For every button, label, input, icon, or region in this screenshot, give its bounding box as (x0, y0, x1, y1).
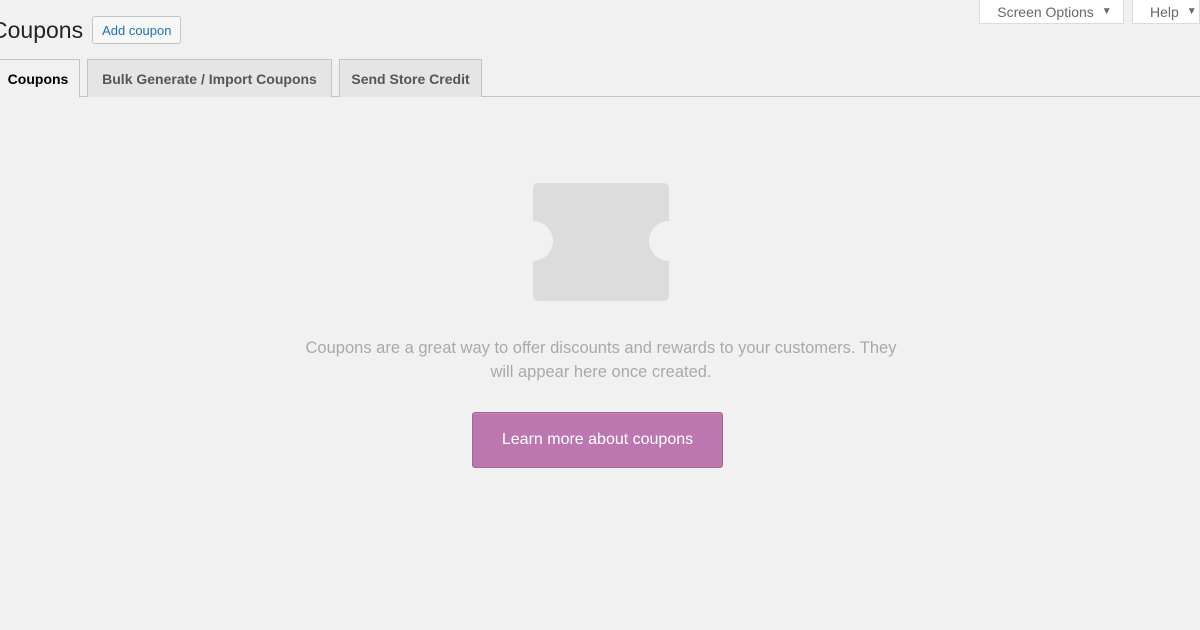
tab-bulk-generate-import[interactable]: Bulk Generate / Import Coupons (87, 59, 332, 97)
coupons-page: Screen Options ▼ Help ▼ Coupons Add coup… (0, 0, 1200, 630)
page-title: Coupons (0, 17, 84, 43)
screen-options-label: Screen Options (997, 3, 1094, 20)
caret-down-icon: ▼ (1101, 6, 1112, 17)
caret-down-icon: ▼ (1186, 6, 1197, 17)
tab-send-store-credit[interactable]: Send Store Credit (339, 59, 482, 97)
help-label: Help (1150, 3, 1179, 20)
tab-coupons[interactable]: Coupons (0, 59, 80, 98)
screen-options-button[interactable]: Screen Options ▼ (979, 0, 1124, 24)
help-button[interactable]: Help ▼ (1132, 0, 1200, 24)
screen-meta-links: Screen Options ▼ Help ▼ (979, 0, 1200, 24)
empty-state-message: Coupons are a great way to offer discoun… (305, 339, 897, 381)
page-heading: Coupons Add coupon (0, 15, 182, 45)
coupon-ticket-icon (533, 183, 669, 301)
add-coupon-button[interactable]: Add coupon (92, 16, 182, 44)
tab-bar: Coupons Bulk Generate / Import Coupons S… (0, 59, 1200, 98)
learn-more-button[interactable]: Learn more about coupons (472, 412, 723, 468)
